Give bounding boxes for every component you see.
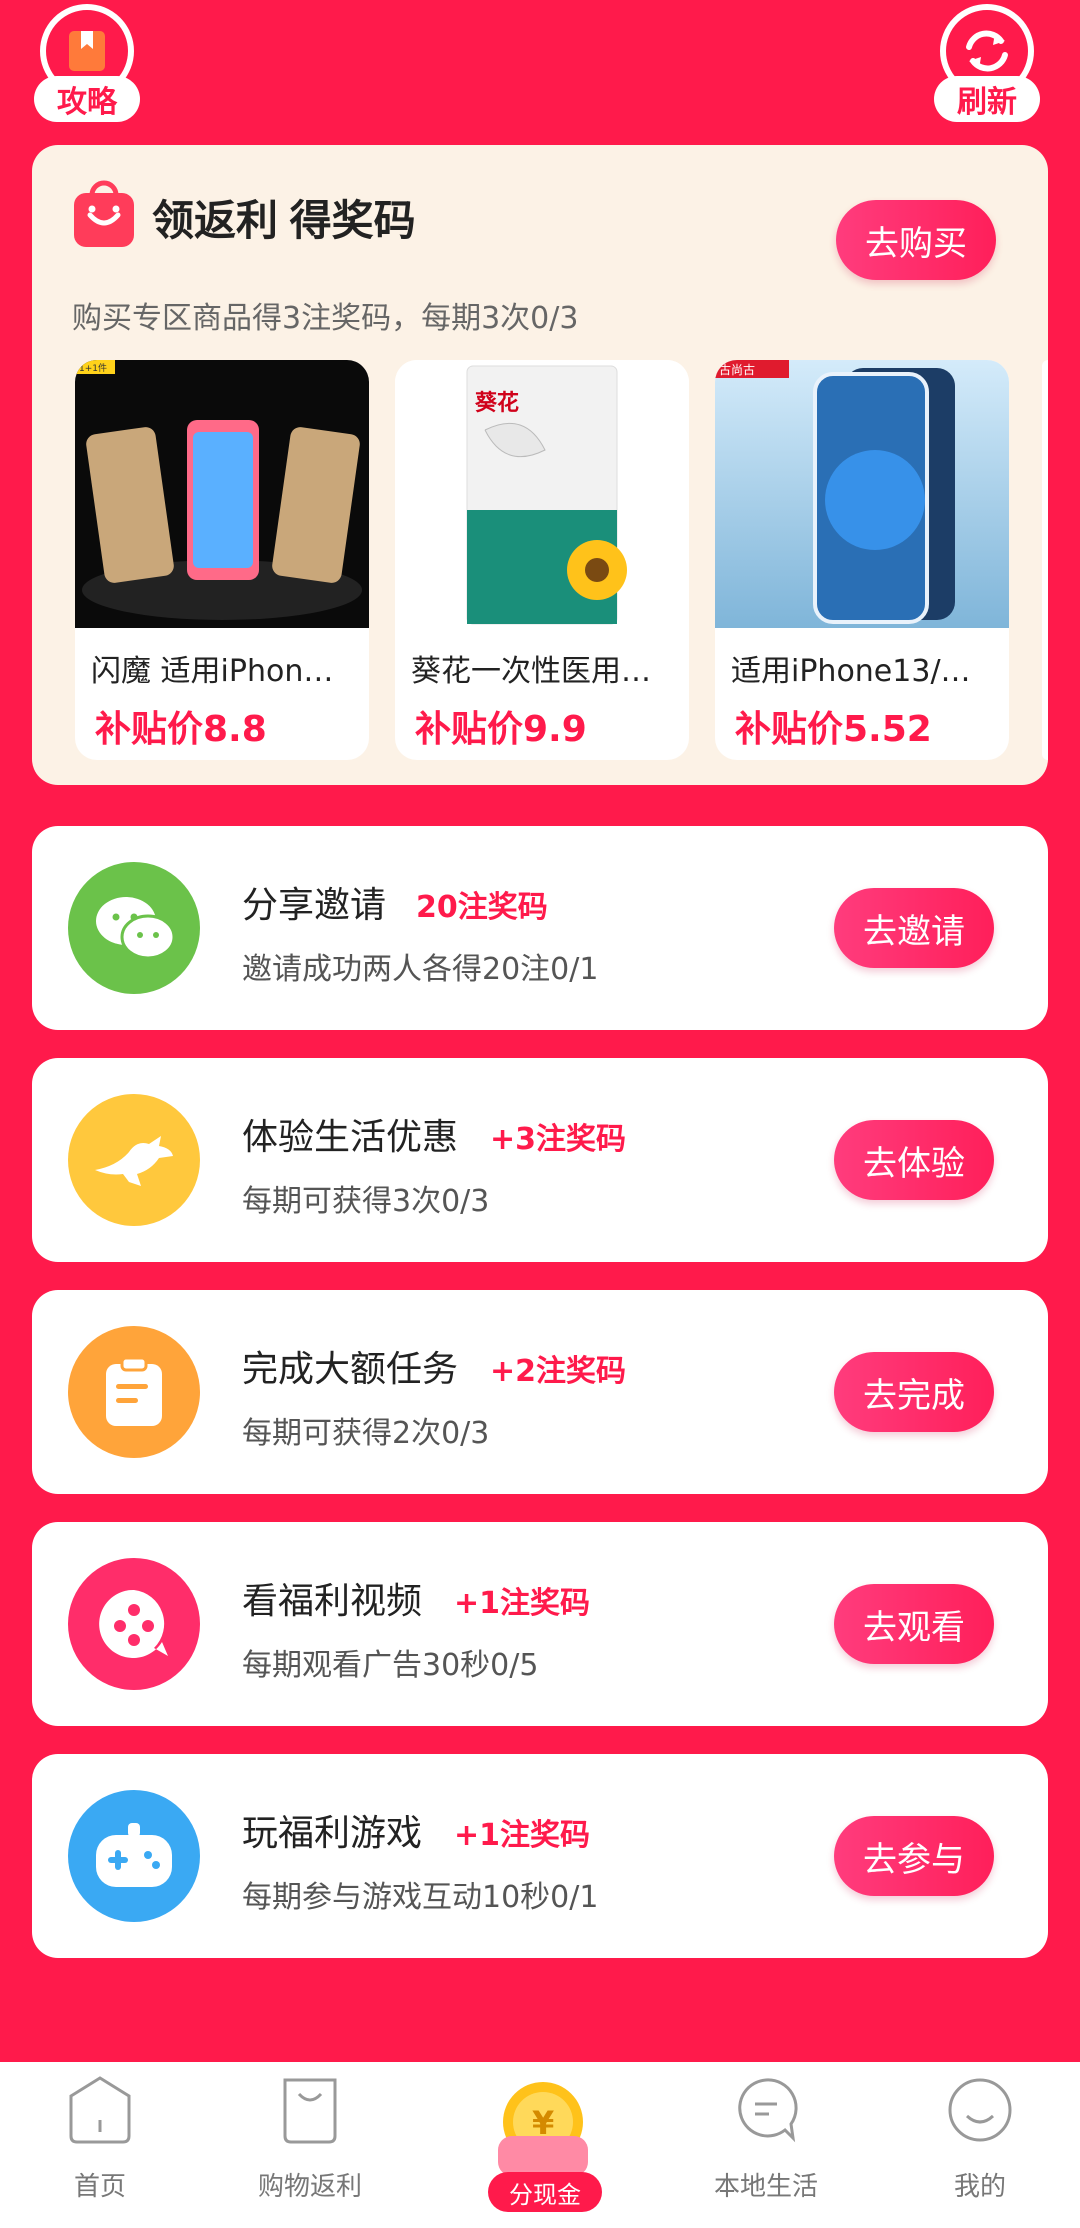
task-desc: 每期观看广告30秒0/5	[242, 1648, 539, 1683]
nav-shopping[interactable]: 购物返利	[220, 2062, 400, 2228]
task-title: 分享邀请	[242, 885, 387, 926]
rebate-shop-card: 领返利 得奖码 购买专区商品得3注奖码，每期3次0/3 去购买 1+1件 闪魔 …	[32, 145, 1048, 785]
product-tag: 古尚古	[719, 362, 755, 377]
product-name: 适用iPhone13/…	[731, 654, 971, 689]
task-desc: 每期参与游戏互动10秒0/1	[242, 1880, 599, 1915]
product-card[interactable]: 1+1件 闪魔 适用iPhon… 补贴价8.8	[75, 360, 369, 760]
task-reward: 20注奖码	[416, 890, 548, 925]
nav-mine-label: 我的	[953, 2172, 1006, 2202]
shop-title: 领返利 得奖码	[152, 197, 416, 244]
task-title: 体验生活优惠	[242, 1117, 459, 1158]
product-price: 补贴价5.52	[735, 709, 932, 750]
task-desc: 邀请成功两人各得20注0/1	[242, 952, 599, 987]
bottom-nav: 首页 购物返利 ¥ 分现金 本地生活 我的	[0, 2062, 1080, 2228]
product-card[interactable]: 葵花 葵花一次性医用… 补贴价9.9	[395, 360, 689, 760]
task-card-invite: 分享邀请 20注奖码 邀请成功两人各得20注0/1 去邀请	[32, 826, 1048, 1030]
kangaroo-icon	[68, 1094, 200, 1226]
task-reward: +2注奖码	[490, 1354, 627, 1389]
task-reward: +1注奖码	[454, 1818, 591, 1853]
experience-button[interactable]: 去体验	[834, 1120, 994, 1200]
guide-label: 攻略	[34, 76, 140, 122]
product-name: 闪魔 适用iPhon…	[91, 654, 334, 689]
guide-button[interactable]: 攻略	[34, 4, 140, 122]
task-card-experience: 体验生活优惠 +3注奖码 每期可获得3次0/3 去体验	[32, 1058, 1048, 1262]
buy-button[interactable]: 去购买	[836, 200, 996, 280]
shopping-bag-icon	[283, 2078, 337, 2144]
task-title: 玩福利游戏	[242, 1813, 423, 1854]
task-reward: +3注奖码	[490, 1122, 627, 1157]
refresh-label: 刷新	[934, 76, 1040, 122]
nav-cash-label[interactable]: 分现金	[488, 2172, 602, 2212]
nav-local[interactable]: 本地生活	[676, 2062, 856, 2228]
product-image: 古尚古	[715, 360, 1009, 628]
shopping-bag-icon	[74, 180, 134, 247]
invite-button[interactable]: 去邀请	[834, 888, 994, 968]
nav-local-label: 本地生活	[713, 2172, 818, 2202]
smile-icon	[948, 2078, 1012, 2142]
nav-home[interactable]: 首页	[10, 2062, 190, 2228]
nav-shopping-label: 购物返利	[257, 2172, 362, 2202]
nav-home-label: 首页	[73, 2172, 126, 2202]
product-price: 补贴价8.8	[95, 709, 267, 750]
gamepad-icon	[68, 1790, 200, 1922]
task-desc: 每期可获得2次0/3	[242, 1416, 490, 1451]
video-icon	[68, 1558, 200, 1690]
product-price: 补贴价9.9	[415, 709, 587, 750]
product-name: 葵花一次性医用…	[411, 654, 651, 689]
refresh-icon	[966, 30, 1008, 72]
task-card-video: 看福利视频 +1注奖码 每期观看广告30秒0/5 去观看	[32, 1522, 1048, 1726]
refresh-button[interactable]: 刷新	[934, 4, 1040, 122]
watch-button[interactable]: 去观看	[834, 1584, 994, 1664]
home-icon	[69, 2076, 131, 2144]
product-tag: 葵花	[474, 390, 519, 416]
task-reward: +1注奖码	[454, 1586, 591, 1621]
shop-subtitle: 购买专区商品得3注奖码，每期3次0/3	[72, 301, 579, 336]
chat-bubble-icon	[738, 2078, 798, 2143]
nav-mine[interactable]: 我的	[890, 2062, 1070, 2228]
product-card[interactable]: 古尚古 适用iPhone13/… 补贴价5.52	[715, 360, 1009, 760]
task-title: 完成大额任务	[242, 1349, 459, 1390]
product-tag: 1+1件	[79, 362, 107, 374]
cash-coin-icon: ¥	[498, 2082, 588, 2176]
join-button[interactable]: 去参与	[834, 1816, 994, 1896]
task-desc: 每期可获得3次0/3	[242, 1184, 490, 1219]
complete-button[interactable]: 去完成	[834, 1352, 994, 1432]
task-card-big-task: 完成大额任务 +2注奖码 每期可获得2次0/3 去完成	[32, 1290, 1048, 1494]
clipboard-icon	[68, 1326, 200, 1458]
wechat-icon	[68, 862, 200, 994]
task-card-game: 玩福利游戏 +1注奖码 每期参与游戏互动10秒0/1 去参与	[32, 1754, 1048, 1958]
product-image: 葵花	[395, 360, 689, 628]
task-title: 看福利视频	[242, 1581, 423, 1622]
product-image: 1+1件	[75, 360, 369, 628]
next-product-peek	[1042, 360, 1048, 760]
bookmark-icon	[69, 31, 105, 71]
